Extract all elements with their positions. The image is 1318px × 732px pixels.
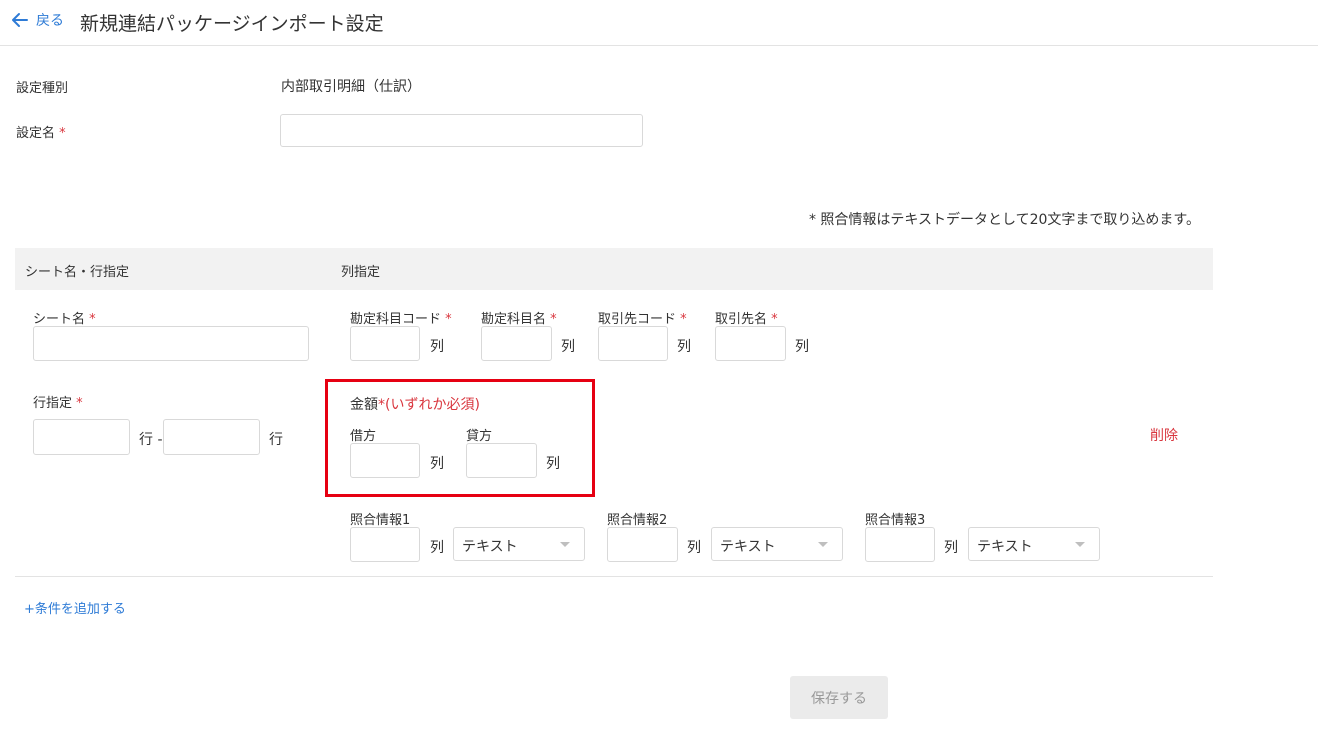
match-info-2-column-input[interactable] bbox=[607, 527, 678, 562]
partner-code-label-text: 取引先コード bbox=[598, 312, 677, 327]
row-to-input[interactable] bbox=[163, 419, 260, 455]
match-info-1-column-input[interactable] bbox=[350, 527, 420, 562]
select-value: テキスト bbox=[462, 539, 518, 555]
match-info-3-type-select[interactable]: テキスト bbox=[968, 527, 1100, 561]
select-value: テキスト bbox=[977, 539, 1033, 555]
add-condition-button[interactable]: +条件を追加する bbox=[24, 598, 126, 617]
column-unit: 列 bbox=[430, 456, 444, 472]
chevron-down-icon bbox=[560, 542, 570, 547]
account-code-label: 勘定科目コード * bbox=[350, 308, 452, 327]
back-label: 戻る bbox=[36, 13, 64, 29]
column-unit: 列 bbox=[795, 339, 809, 355]
column-unit: 列 bbox=[687, 540, 701, 556]
column-unit: 列 bbox=[944, 540, 958, 556]
setting-name-label-text: 設定名 bbox=[16, 126, 56, 141]
page-title: 新規連結パッケージインポート設定 bbox=[80, 13, 384, 35]
back-button[interactable]: 戻る bbox=[10, 10, 64, 30]
required-mark: * bbox=[89, 312, 96, 327]
setting-name-label: 設定名 * bbox=[16, 122, 66, 141]
sheet-name-input[interactable] bbox=[33, 326, 309, 361]
arrow-left-icon bbox=[12, 13, 28, 27]
account-name-column-input[interactable] bbox=[481, 326, 552, 361]
delete-button[interactable]: 削除 bbox=[1150, 425, 1178, 445]
amount-label-text: 金額 bbox=[350, 397, 378, 413]
required-mark: * bbox=[59, 126, 66, 141]
amount-label: 金額*(いずれか必須) bbox=[350, 394, 480, 414]
row-from-unit: 行 - bbox=[139, 432, 163, 448]
debit-column-input[interactable] bbox=[350, 443, 420, 478]
match-info-note: * 照合情報はテキストデータとして20文字まで取り込めます。 bbox=[808, 212, 1200, 228]
row-divider bbox=[15, 576, 1213, 577]
save-button[interactable]: 保存する bbox=[790, 676, 888, 719]
column-unit: 列 bbox=[430, 339, 444, 355]
partner-name-column-input[interactable] bbox=[715, 326, 786, 361]
setting-type-value: 内部取引明細（仕訳） bbox=[281, 79, 421, 95]
setting-type-label: 設定種別 bbox=[16, 81, 69, 96]
top-bar: 戻る 新規連結パッケージインポート設定 bbox=[0, 0, 1318, 46]
column-header-column: 列指定 bbox=[341, 265, 381, 280]
match-info-1-label: 照合情報1 bbox=[350, 513, 411, 528]
setting-name-input[interactable] bbox=[280, 114, 643, 147]
debit-label: 借方 bbox=[350, 429, 377, 444]
account-code-label-text: 勘定科目コード bbox=[350, 312, 442, 327]
required-mark: * bbox=[445, 312, 452, 327]
column-header-sheet-row: シート名・行指定 bbox=[25, 265, 130, 280]
match-info-2-label: 照合情報2 bbox=[607, 513, 668, 528]
column-unit: 列 bbox=[546, 456, 560, 472]
chevron-down-icon bbox=[1075, 542, 1085, 547]
required-mark: * bbox=[771, 312, 778, 327]
partner-name-label-text: 取引先名 bbox=[715, 312, 768, 327]
row-to-unit: 行 bbox=[269, 432, 283, 448]
account-code-column-input[interactable] bbox=[350, 326, 420, 361]
row-spec-label-text: 行指定 bbox=[33, 396, 73, 411]
select-value: テキスト bbox=[720, 539, 776, 555]
credit-label: 貸方 bbox=[466, 429, 493, 444]
sheet-name-label-text: シート名 bbox=[33, 312, 86, 327]
partner-code-column-input[interactable] bbox=[598, 326, 668, 361]
column-unit: 列 bbox=[677, 339, 691, 355]
required-mark: * bbox=[550, 312, 557, 327]
match-info-1-type-select[interactable]: テキスト bbox=[453, 527, 585, 561]
row-spec-label: 行指定 * bbox=[33, 392, 83, 411]
sheet-name-label: シート名 * bbox=[33, 308, 96, 327]
account-name-label: 勘定科目名 * bbox=[481, 308, 557, 327]
match-info-3-column-input[interactable] bbox=[865, 527, 935, 562]
required-mark: * bbox=[680, 312, 687, 327]
match-info-3-label: 照合情報3 bbox=[865, 513, 926, 528]
required-mark: * bbox=[76, 396, 83, 411]
table-header: シート名・行指定 列指定 bbox=[15, 248, 1213, 290]
credit-column-input[interactable] bbox=[466, 443, 537, 478]
chevron-down-icon bbox=[818, 542, 828, 547]
row-from-input[interactable] bbox=[33, 419, 130, 455]
partner-code-label: 取引先コード * bbox=[598, 308, 687, 327]
column-unit: 列 bbox=[561, 339, 575, 355]
match-info-2-type-select[interactable]: テキスト bbox=[711, 527, 843, 561]
partner-name-label: 取引先名 * bbox=[715, 308, 778, 327]
amount-required-note: *(いずれか必須) bbox=[378, 397, 480, 413]
account-name-label-text: 勘定科目名 bbox=[481, 312, 547, 327]
column-unit: 列 bbox=[430, 540, 444, 556]
